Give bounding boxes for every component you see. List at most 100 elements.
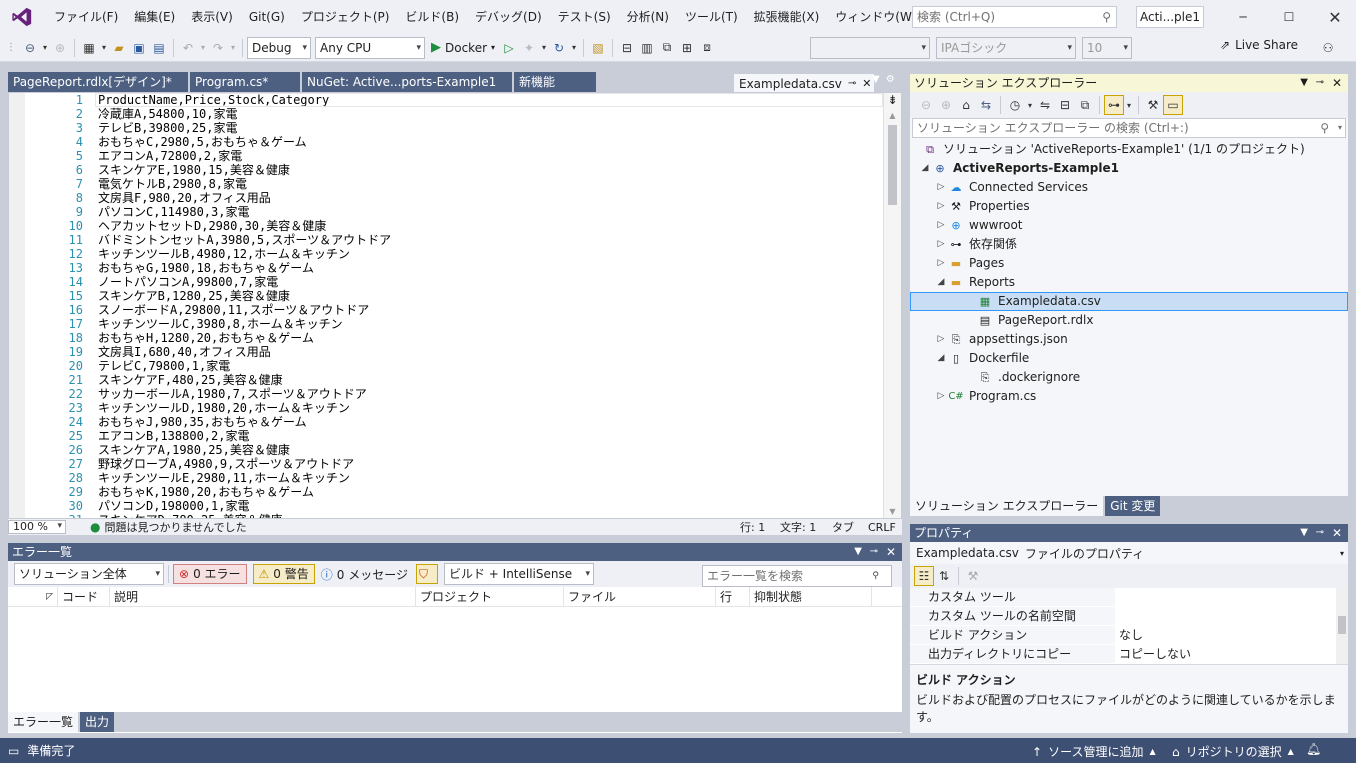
- tree-item-dependencies[interactable]: ▷ ⊶ 依存関係: [910, 235, 1348, 254]
- menu-item[interactable]: ウィンドウ(W): [827, 0, 924, 34]
- code-line[interactable]: おもちゃJ,980,35,おもちゃ＆ゲーム: [98, 415, 883, 429]
- code-line[interactable]: サッカーボールA,1980,7,スポーツ＆アウトドア: [98, 387, 883, 401]
- align-icon[interactable]: ▥: [637, 38, 657, 58]
- code-line[interactable]: エアコンB,138800,2,家電: [98, 429, 883, 443]
- property-row[interactable]: 出力ディレクトリにコピー コピーしない: [910, 645, 1348, 664]
- eol-indicator[interactable]: CRLF: [868, 521, 896, 534]
- expanded-icon[interactable]: ◢: [934, 273, 948, 292]
- dropdown-arrow-icon[interactable]: ▾: [99, 38, 109, 58]
- code-line[interactable]: パソコンC,114980,3,家電: [98, 205, 883, 219]
- copy-icon[interactable]: ⧉: [657, 38, 677, 58]
- menu-item[interactable]: Git(G): [241, 0, 293, 34]
- font-size-dropdown[interactable]: 10 ▾: [1082, 37, 1132, 59]
- code-line[interactable]: キッチンツールD,1980,20,ホーム＆キッチン: [98, 401, 883, 415]
- code-line[interactable]: バドミントンセットA,3980,5,スポーツ＆アウトドア: [98, 233, 883, 247]
- code-line[interactable]: スキンケアE,1980,15,美容＆健康: [98, 163, 883, 177]
- show-all-files-icon[interactable]: ⧉: [1075, 95, 1095, 115]
- menu-item[interactable]: ファイル(F): [46, 0, 126, 34]
- tree-item-dockerfile[interactable]: ◢ ▯ Dockerfile: [910, 349, 1348, 368]
- column-header-line[interactable]: 行: [716, 586, 750, 607]
- messages-filter-button[interactable]: ⓘ 0 メッセージ: [321, 566, 408, 583]
- chevron-down-icon[interactable]: ▼: [1300, 74, 1308, 92]
- line-indicator[interactable]: 行: 1: [740, 519, 765, 535]
- menu-item[interactable]: ツール(T): [677, 0, 746, 34]
- scope-dropdown[interactable]: ソリューション全体 ▾: [14, 563, 164, 585]
- menu-item[interactable]: 編集(E): [126, 0, 183, 34]
- select-repository-button[interactable]: ⌂ リポジトリの選択 ▲: [1172, 743, 1294, 760]
- code-line[interactable]: スキンケアF,480,25,美容＆健康: [98, 373, 883, 387]
- tab-whats-new[interactable]: 新機能: [514, 72, 596, 92]
- dropdown-arrow-icon[interactable]: ▾: [1124, 95, 1134, 115]
- pin-icon[interactable]: ⊸: [848, 74, 856, 94]
- code-line[interactable]: おもちゃC,2980,5,おもちゃ＆ゲーム: [98, 135, 883, 149]
- collapsed-icon[interactable]: ▷: [934, 254, 948, 273]
- column-header-suppression[interactable]: 抑制状態: [750, 586, 872, 607]
- sync-icon[interactable]: ⇋: [1035, 95, 1055, 115]
- switch-views-icon[interactable]: ⇆: [976, 95, 996, 115]
- close-icon[interactable]: ✕: [1332, 74, 1342, 92]
- windows-icon[interactable]: ⧈: [697, 38, 717, 58]
- split-icon[interactable]: ⇟: [884, 93, 901, 111]
- code-line[interactable]: 文房具I,680,40,オフィス用品: [98, 345, 883, 359]
- dropdown-arrow-icon[interactable]: ▾: [228, 38, 238, 58]
- filter-tree-icon[interactable]: ⊶: [1104, 95, 1124, 115]
- expanded-icon[interactable]: ◢: [934, 349, 948, 368]
- code-line[interactable]: キッチンツールE,2980,11,ホーム＆キッチン: [98, 471, 883, 485]
- pin-icon[interactable]: ⊸: [870, 543, 878, 561]
- properties-scrollbar[interactable]: [1336, 588, 1348, 664]
- menu-item[interactable]: ビルド(B): [397, 0, 467, 34]
- filter-button[interactable]: ⛉: [415, 564, 438, 584]
- dropdown-arrow-icon[interactable]: ▾: [40, 38, 50, 58]
- menu-item[interactable]: 拡張機能(X): [746, 0, 828, 34]
- code-line[interactable]: おもちゃG,1980,18,おもちゃ＆ゲーム: [98, 261, 883, 275]
- property-value[interactable]: なし: [1115, 626, 1348, 644]
- collapsed-icon[interactable]: ▷: [934, 235, 948, 254]
- undo-icon[interactable]: ↶: [178, 38, 198, 58]
- errors-filter-button[interactable]: ⊗ 0 エラー: [173, 564, 247, 584]
- tab-error-list[interactable]: エラー一覧: [8, 712, 79, 732]
- collapsed-icon[interactable]: ▷: [934, 387, 948, 406]
- grid-icon[interactable]: ⊞: [677, 38, 697, 58]
- dropdown-arrow-icon[interactable]: ▾: [1025, 95, 1035, 115]
- refresh-icon[interactable]: ↻: [549, 38, 569, 58]
- code-line[interactable]: おもちゃH,1280,20,おもちゃ＆ゲーム: [98, 331, 883, 345]
- tree-item-connected-services[interactable]: ▷ ☁ Connected Services: [910, 178, 1348, 197]
- code-editor[interactable]: 1 2 3 4 5 6 7 8 9 10 11 12 13 14 15 16 17 18 19 20 21 22 23 24 2…: [8, 92, 902, 519]
- scroll-up-icon[interactable]: ▲: [884, 111, 901, 125]
- add-to-source-control-button[interactable]: ↑ ソース管理に追加 ▲: [1032, 743, 1156, 760]
- pin-icon[interactable]: ⊸: [1316, 524, 1324, 542]
- tab-git-changes[interactable]: Git 変更: [1105, 496, 1161, 516]
- code-line[interactable]: パソコンD,198000,1,家電: [98, 499, 883, 513]
- collapse-all-icon[interactable]: ⊟: [1055, 95, 1075, 115]
- column-header-description[interactable]: 説明: [110, 586, 416, 607]
- tab-output[interactable]: 出力: [80, 712, 115, 732]
- categorized-icon[interactable]: ☷: [914, 566, 934, 586]
- tree-item-program-cs[interactable]: ▷ C# Program.cs: [910, 387, 1348, 406]
- menu-item[interactable]: デバッグ(D): [467, 0, 550, 34]
- code-line[interactable]: キッチンツールB,4980,12,ホーム＆キッチン: [98, 247, 883, 261]
- dropdown-arrow-icon[interactable]: ▾: [569, 38, 579, 58]
- wrench-icon[interactable]: ⚒: [963, 566, 983, 586]
- menu-item[interactable]: 表示(V): [183, 0, 241, 34]
- tree-item-appsettings[interactable]: ▷ ⎘ appsettings.json: [910, 330, 1348, 349]
- solution-search-input[interactable]: ソリューション エクスプローラー の検索 (Ctrl+:) ⚲ ▾: [912, 118, 1346, 138]
- code-line[interactable]: キッチンツールC,3980,8,ホーム＆キッチン: [98, 317, 883, 331]
- column-header-project[interactable]: プロジェクト: [416, 586, 564, 607]
- configuration-dropdown[interactable]: Debug ▾: [247, 36, 311, 59]
- property-row[interactable]: カスタム ツールの名前空間: [910, 607, 1348, 626]
- back-icon[interactable]: ⊖: [916, 95, 936, 115]
- layout-icon[interactable]: ⊟: [617, 38, 637, 58]
- tab-indicator[interactable]: タブ: [832, 519, 854, 535]
- property-row[interactable]: ビルド アクション なし: [910, 626, 1348, 645]
- home-icon[interactable]: ⌂: [956, 95, 976, 115]
- run-button[interactable]: ▶ Docker ▾: [431, 40, 495, 55]
- style-dropdown[interactable]: ▾: [810, 37, 930, 59]
- live-share-button[interactable]: ⇗ Live Share: [1220, 38, 1298, 52]
- code-line[interactable]: 文房具F,980,20,オフィス用品: [98, 191, 883, 205]
- tab-program-cs[interactable]: Program.cs*: [190, 72, 300, 92]
- property-value[interactable]: コピーしない: [1115, 645, 1348, 663]
- code-lines[interactable]: ProductName,Price,Stock,Category 冷蔵庫A,548…: [98, 93, 883, 518]
- chevron-down-icon[interactable]: ▼: [1300, 524, 1308, 542]
- wrench-icon[interactable]: ⚒: [1143, 95, 1163, 115]
- global-search-input[interactable]: 検索 (Ctrl+Q) ⚲: [912, 6, 1117, 28]
